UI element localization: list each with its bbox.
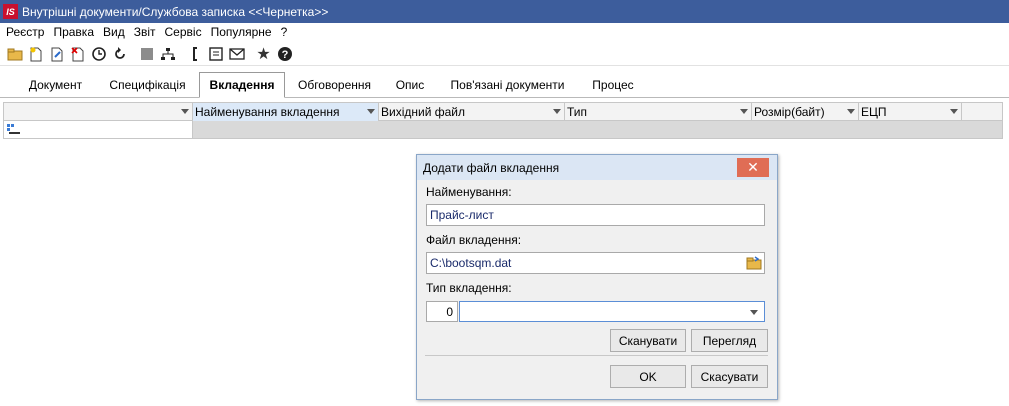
tab-specification[interactable]: Специфікація [105, 74, 190, 96]
delete-document-icon[interactable] [67, 44, 88, 64]
tab-bar: Документ Специфікація Вкладення Обговоре… [0, 72, 1009, 98]
tab-document[interactable]: Документ [18, 74, 93, 96]
chevron-down-icon[interactable] [847, 109, 855, 114]
chevron-down-icon[interactable] [950, 109, 958, 114]
refresh-icon[interactable] [109, 44, 130, 64]
window-titlebar: IS Внутрішні документи/Службова записка … [0, 0, 1009, 23]
column-header-signature[interactable]: ЕЦП [859, 103, 962, 121]
dialog-titlebar: Додати файл вкладення ✕ [417, 155, 777, 180]
column-header-size[interactable]: Розмір(байт) [752, 103, 859, 121]
file-input[interactable]: C:\bootsqm.dat [426, 252, 765, 274]
hierarchy-icon[interactable] [157, 44, 178, 64]
tab-process[interactable]: Процес [583, 74, 643, 96]
mail-icon[interactable] [226, 44, 247, 64]
type-code-input[interactable]: 0 [426, 301, 458, 322]
scan-button[interactable]: Сканувати [610, 329, 686, 352]
stop-icon[interactable] [136, 44, 157, 64]
browse-folder-icon[interactable] [746, 256, 762, 273]
view-button[interactable]: Перегляд [691, 329, 768, 352]
column-header-source-file[interactable]: Вихідний файл [379, 103, 565, 121]
column-header-type[interactable]: Тип [565, 103, 752, 121]
chevron-down-icon[interactable] [181, 109, 189, 114]
app-logo: IS [3, 4, 18, 19]
chevron-down-icon[interactable] [553, 109, 561, 114]
file-label: Файл вкладення: [426, 233, 522, 247]
clock-icon[interactable] [88, 44, 109, 64]
ok-button[interactable]: OK [610, 365, 686, 388]
column-header-name[interactable]: Найменування вкладення [193, 103, 379, 121]
chevron-down-icon[interactable] [740, 109, 748, 114]
form-icon[interactable] [205, 44, 226, 64]
column-header-select[interactable] [4, 103, 193, 121]
grid-header: Найменування вкладення Вихідний файл Тип… [4, 103, 1002, 121]
type-select[interactable] [459, 301, 765, 322]
close-button[interactable]: ✕ [737, 158, 769, 177]
tab-attachments[interactable]: Вкладення [199, 72, 285, 98]
table-row[interactable] [4, 121, 1002, 138]
attachments-grid: Найменування вкладення Вихідний файл Тип… [3, 102, 1003, 139]
new-row-icon [7, 124, 21, 138]
type-label: Тип вкладення: [426, 281, 512, 295]
menu-popular[interactable]: Популярне [211, 25, 272, 39]
toolbar: ★ ? [0, 42, 1009, 66]
tab-discussion[interactable]: Обговорення [292, 74, 377, 96]
chevron-down-icon[interactable] [367, 109, 375, 114]
tab-related-documents[interactable]: Пов'язані документи [445, 74, 570, 96]
new-document-icon[interactable] [25, 44, 46, 64]
row-indicator-cell[interactable] [4, 121, 193, 138]
menu-report[interactable]: Звіт [134, 25, 156, 39]
name-input[interactable]: Прайс-лист [426, 204, 765, 226]
close-icon: ✕ [747, 159, 759, 175]
help-icon[interactable]: ? [274, 44, 295, 64]
star-icon[interactable]: ★ [253, 44, 274, 64]
open-folder-icon[interactable] [4, 44, 25, 64]
bracket-icon[interactable] [184, 44, 205, 64]
add-attachment-dialog: Додати файл вкладення ✕ Найменування: Пр… [416, 154, 778, 400]
edit-document-icon[interactable] [46, 44, 67, 64]
menu-help[interactable]: ? [281, 25, 288, 39]
menu-edit[interactable]: Правка [53, 25, 94, 39]
divider [425, 355, 768, 356]
menu-registry[interactable]: Реєстр [6, 25, 44, 39]
window-title: Внутрішні документи/Службова записка <<Ч… [22, 4, 329, 19]
cancel-button[interactable]: Скасувати [691, 365, 768, 388]
chevron-down-icon[interactable] [750, 310, 758, 315]
name-label: Найменування: [426, 185, 512, 199]
tab-description[interactable]: Опис [385, 74, 435, 96]
dialog-title: Додати файл вкладення [423, 160, 560, 175]
menu-view[interactable]: Вид [103, 25, 125, 39]
menu-bar: Реєстр Правка Вид Звіт Сервіс Популярне … [0, 23, 1009, 41]
row-cells[interactable] [193, 121, 1002, 138]
menu-service[interactable]: Сервіс [165, 25, 202, 39]
svg-text:?: ? [281, 49, 288, 61]
